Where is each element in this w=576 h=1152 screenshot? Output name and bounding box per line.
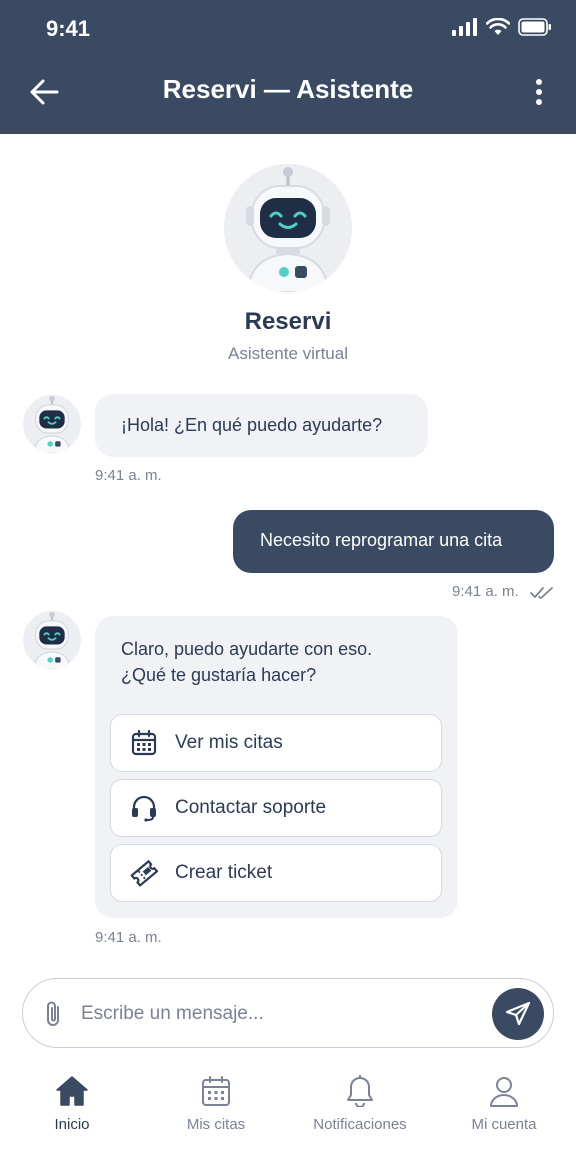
bot-avatar: [23, 611, 81, 669]
status-icons: [452, 18, 552, 36]
message-line: ¿Qué te gustaría hacer?: [121, 665, 317, 685]
option-label: Ver mis citas: [175, 732, 283, 753]
message-text: ¡Hola! ¿En qué puedo ayudarte?: [121, 415, 383, 435]
battery-icon: [518, 18, 551, 36]
message-timestamp: 9:41 a. m.: [452, 583, 519, 600]
tab-label: Mi cuenta: [471, 1116, 537, 1133]
tab-mis-citas[interactable]: Mis citas: [144, 1062, 288, 1152]
tab-label: Notificaciones: [313, 1116, 407, 1133]
signal-icon: [452, 18, 477, 36]
double-check-icon: [530, 587, 553, 599]
send-button[interactable]: [492, 988, 544, 1040]
paperclip-icon: [47, 1001, 59, 1026]
ticket-icon: [129, 858, 159, 888]
calendar-icon: [129, 728, 159, 758]
option-contact-support[interactable]: Contactar soporte: [110, 779, 442, 837]
tab-mi-cuenta[interactable]: Mi cuenta: [432, 1062, 576, 1152]
more-options-button[interactable]: [524, 74, 554, 110]
page-title: Reservi — Asistente: [162, 74, 414, 104]
bell-icon: [343, 1074, 377, 1108]
home-icon: [55, 1074, 89, 1108]
tab-label: Inicio: [54, 1116, 90, 1133]
message-line: Claro, puedo ayudarte con eso.: [121, 639, 373, 659]
assistant-subtitle: Asistente virtual: [228, 344, 348, 363]
bot-avatar: [23, 395, 81, 453]
robot-icon: [33, 611, 71, 669]
bottom-tab-bar: Inicio Mis citas Notificaciones Mi cuent…: [0, 1062, 576, 1152]
robot-icon: [246, 167, 330, 292]
headset-icon: [129, 793, 159, 823]
send-icon: [505, 1001, 531, 1026]
top-bar: 9:41 Reservi — Asistente: [0, 0, 576, 134]
calendar-icon: [199, 1074, 233, 1108]
status-time: 9:41: [46, 16, 91, 41]
more-vertical-icon: [536, 79, 542, 105]
message-text: Necesito reprogramar una cita: [260, 530, 503, 550]
option-label: Contactar soporte: [175, 797, 327, 818]
robot-icon: [33, 395, 71, 453]
bot-message-bubble: ¡Hola! ¿En qué puedo ayudarte?: [95, 394, 428, 457]
message-timestamp: 9:41 a. m.: [95, 929, 162, 946]
user-icon: [487, 1074, 521, 1108]
assistant-name: Reservi: [244, 308, 332, 335]
option-view-appointments[interactable]: Ver mis citas: [110, 714, 442, 772]
option-create-ticket[interactable]: Crear ticket: [110, 844, 442, 902]
attach-button[interactable]: [41, 999, 67, 1029]
message-input[interactable]: [81, 1001, 481, 1027]
assistant-avatar-large: [224, 164, 352, 292]
message-timestamp: 9:41 a. m.: [95, 467, 162, 484]
tab-inicio[interactable]: Inicio: [0, 1062, 144, 1152]
tab-notificaciones[interactable]: Notificaciones: [288, 1062, 432, 1152]
wifi-icon: [486, 18, 510, 35]
tab-label: Mis citas: [186, 1116, 246, 1133]
message-composer: [22, 978, 554, 1048]
user-message-bubble: Necesito reprogramar una cita: [233, 510, 554, 573]
option-label: Crear ticket: [175, 862, 273, 883]
